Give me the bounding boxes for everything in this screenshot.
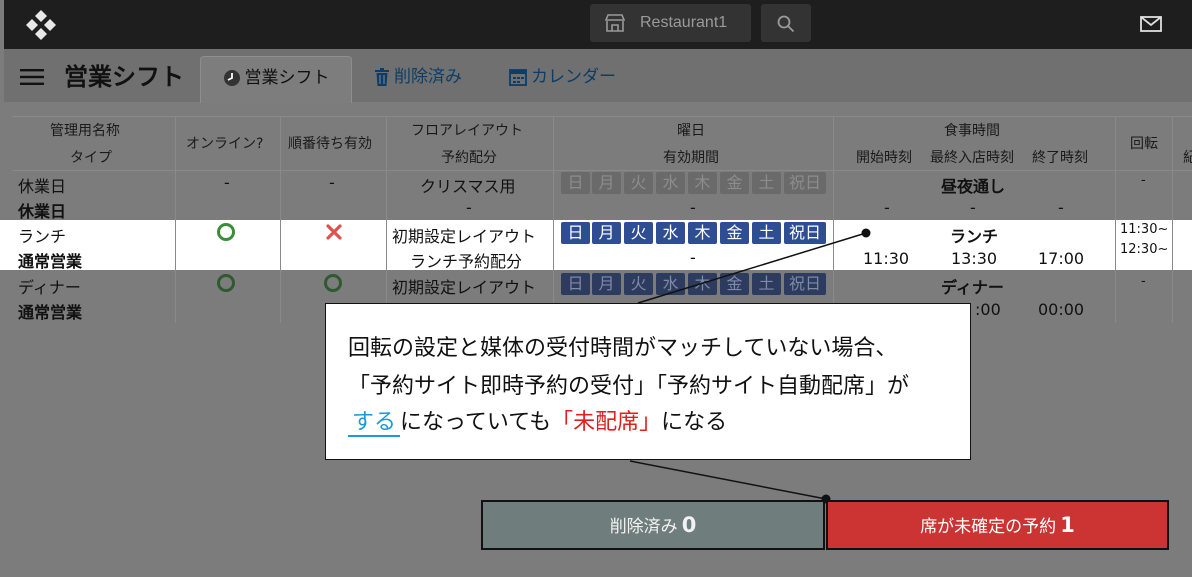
callout-line-1: 回転の設定と媒体の受付時間がマッチしていない場合、 <box>348 336 898 361</box>
deleted-count: 0 <box>681 513 697 537</box>
callout-text: になっていても <box>400 410 552 435</box>
callout-text: になる <box>661 410 728 435</box>
unassigned-reservations-button[interactable]: 席が未確定の予約 1 <box>826 500 1169 550</box>
annotation-callout: 回転の設定と媒体の受付時間がマッチしていない場合、 「予約サイト即時予約の受付」… <box>325 303 971 460</box>
callout-line-2: 「予約サイト即時予約の受付」「予約サイト自動配席」が <box>348 374 910 399</box>
callout-red: 「未配席」 <box>551 410 662 435</box>
button-label: 席が未確定の予約 <box>920 517 1057 537</box>
button-label: 削除済み <box>609 517 678 537</box>
deleted-reservations-button[interactable]: 削除済み 0 <box>481 500 825 550</box>
unassigned-count: 1 <box>1060 513 1075 537</box>
callout-line-3: する になっていても「未配席」になる <box>348 404 728 437</box>
callout-connector <box>629 228 871 504</box>
callout-highlight: する <box>348 410 401 437</box>
